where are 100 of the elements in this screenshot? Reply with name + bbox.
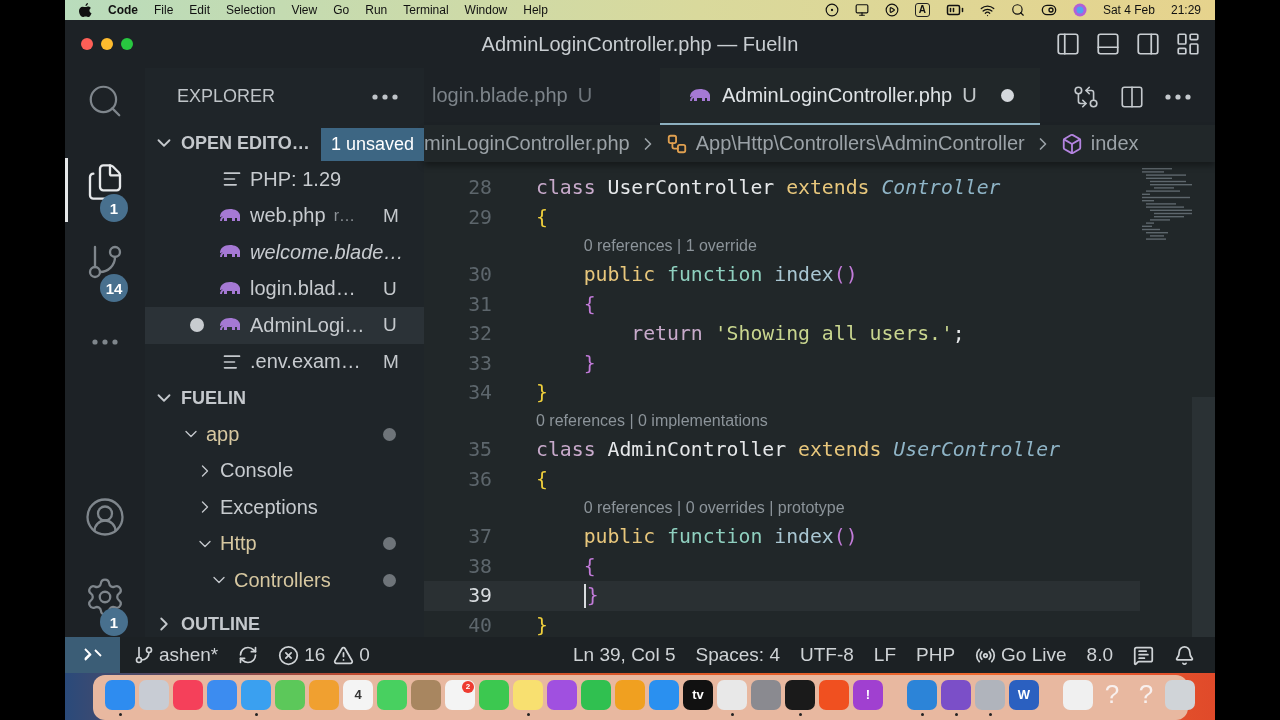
more-icon[interactable] [1165,93,1191,100]
status-bar-item[interactable]: Ln 39, Col 5 [573,644,676,666]
more-icon[interactable] [372,93,398,100]
breadcrumb[interactable]: minLoginController.php [424,132,630,155]
menu-item[interactable]: Go [333,3,350,17]
breadcrumb[interactable]: index [1090,132,1139,155]
tree-item[interactable]: app [145,416,424,453]
panel-right-icon[interactable] [1135,31,1161,57]
section-header[interactable]: OUTLINE [145,611,424,637]
compare-icon[interactable] [1073,83,1099,110]
open-editor-item[interactable]: welcome.blade… [145,234,424,271]
line-number: 29 [467,205,492,229]
code-token: extends [786,176,870,200]
tree-item[interactable]: Http [145,525,424,562]
tree-item[interactable]: Controllers [145,562,424,599]
status-bar-item[interactable]: Spaces: 4 [695,644,780,666]
menu-item[interactable]: Edit [189,3,211,17]
code-token: class [536,176,596,200]
activity-bar-item[interactable]: 14 [65,238,142,302]
app-icon[interactable]: W [1009,679,1039,710]
sidebar-title: EXPLORER [177,86,276,107]
app-icon[interactable]: ! [853,679,883,710]
apple-icon[interactable] [79,2,92,18]
open-editor-item[interactable]: .env.exam… M [145,343,424,380]
status-bar-item[interactable]: ashen* [134,644,219,666]
remote-button[interactable] [65,637,120,673]
open-editor-item[interactable]: AdminLogi… U [145,307,424,344]
scrollbar[interactable] [1192,397,1215,637]
status-text: ashen* [159,644,219,666]
breadcrumb[interactable]: App\Http\Controllers\AdminController [695,132,1025,155]
section-title: OUTLINE [181,613,260,635]
sync-icon [238,645,259,665]
git-status: U [383,277,397,300]
wifi-icon[interactable] [979,2,995,18]
code-token: Controller [881,176,1001,200]
code-token: { [583,292,596,316]
menu-item[interactable]: File [154,3,174,17]
status-bar-item[interactable]: Go Live [975,644,1067,666]
window-title: AdminLoginController.php — FuelIn [481,32,799,56]
file-name: AdminLogi… [250,313,365,337]
app-menu[interactable]: Code [108,3,138,17]
line-number: 32 [467,322,492,346]
menu-item[interactable]: Help [523,3,548,17]
record-icon[interactable] [824,3,839,17]
menu-item[interactable]: Terminal [403,3,449,17]
status-bar-button[interactable] [238,645,259,665]
zoom-button[interactable] [121,38,133,50]
menu-item[interactable]: Window [464,3,508,17]
menu-bar-date[interactable]: Sat 4 Feb [1102,3,1155,17]
panel-left-icon[interactable] [1055,31,1081,57]
activity-bar-item[interactable]: 1 [65,158,142,222]
siri-icon[interactable] [1072,3,1087,17]
close-button[interactable] [81,38,93,50]
line-number: 36 [467,468,492,492]
activity-bar-item[interactable]: 1 [65,572,142,636]
app-icon[interactable] [785,679,815,710]
menu-item[interactable]: Selection [226,3,276,17]
count-badge: 1 [100,194,128,222]
layout-icon[interactable] [1175,31,1201,57]
code-lens[interactable]: 0 references | 0 implementations [536,412,768,431]
problems-indicator[interactable]: 0 [333,644,370,666]
section-header[interactable]: FUELIN [145,380,424,416]
search-icon[interactable] [1010,3,1025,17]
status-bar-button[interactable] [1174,644,1195,666]
status-bar-button[interactable] [1133,644,1154,666]
code-lens[interactable]: 0 references | 1 override [583,236,757,255]
modified-dot [383,537,396,551]
file-name: login.blad… [250,277,356,301]
menu-item[interactable]: Run [365,3,388,17]
section-header[interactable]: OPEN EDITO… [145,125,310,161]
play-icon[interactable] [884,3,899,17]
code-token: } [536,381,548,405]
tree-item[interactable]: Exceptions [145,489,424,526]
control-center-icon[interactable] [1040,2,1057,18]
split-editor-icon[interactable] [1119,83,1145,110]
code-lens[interactable]: 0 references | 0 overrides | prototype [583,499,845,518]
menu-bar-time[interactable]: 21:29 [1170,3,1201,17]
open-editor-item[interactable]: PHP: 1.29 [145,161,424,198]
open-editor-item[interactable]: web.php r… M [145,197,424,234]
tree-item[interactable]: Console [145,452,424,489]
display-icon[interactable] [854,3,869,17]
panel-bottom-icon[interactable] [1095,31,1121,57]
menu-item[interactable]: View [291,3,318,17]
status-bar-item[interactable]: LF [873,644,896,666]
app-icon[interactable]: 2 [445,679,475,710]
git-status: U [383,314,397,337]
editor-tab[interactable]: AdminLoginController.php U [660,68,1040,125]
app-icon[interactable]: tv [683,679,713,710]
status-bar-item[interactable]: UTF-8 [800,644,854,666]
status-bar-item[interactable]: 8.0 [1086,644,1113,666]
open-editor-item[interactable]: login.blad… U [145,270,424,307]
status-bar-item[interactable]: PHP [916,644,956,666]
file-path: r… [333,206,355,225]
feedback-icon [1133,644,1154,666]
git-status: M [383,350,399,373]
minimize-button[interactable] [101,38,113,50]
code-token: function [667,263,763,286]
problems-indicator[interactable]: 16 [278,644,326,666]
input-source[interactable]: A [914,3,930,17]
app-icon[interactable]: 4 [343,679,373,710]
